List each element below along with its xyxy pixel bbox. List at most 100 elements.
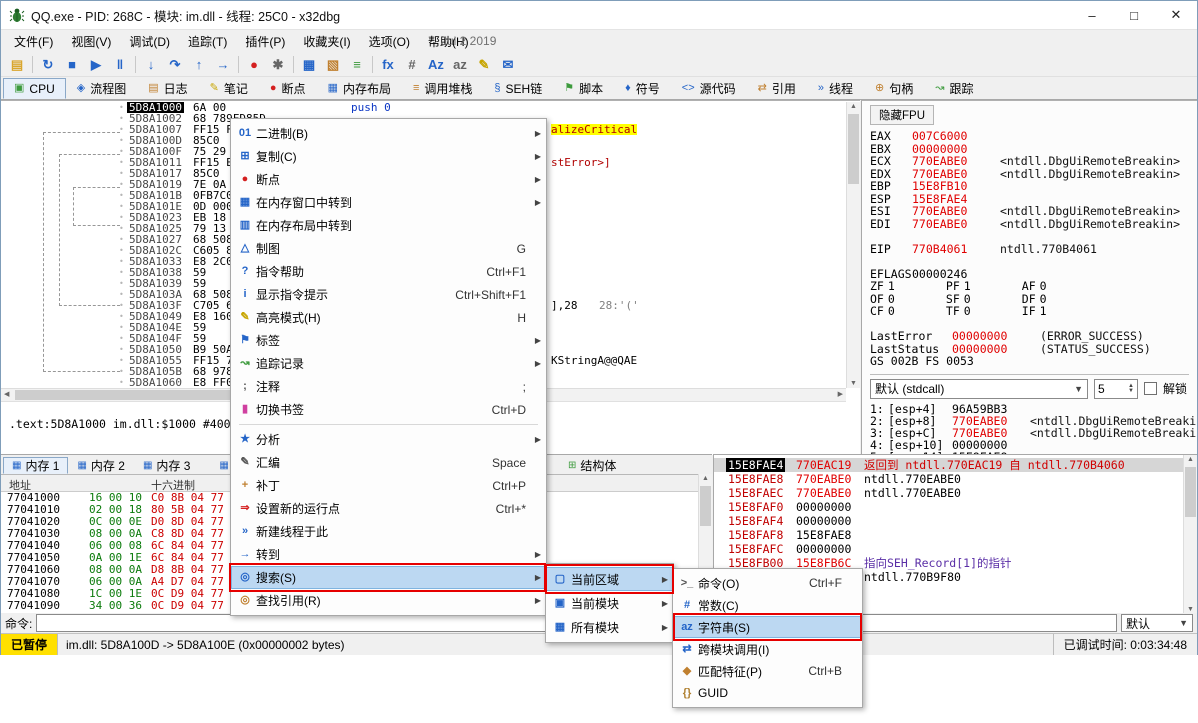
register-row[interactable]: EBP15E8FB10 bbox=[870, 180, 1197, 193]
flag[interactable]: TF0 bbox=[946, 305, 1022, 318]
register-row[interactable]: EAX007C6000 bbox=[870, 130, 1197, 143]
hide-fpu-button[interactable]: 隐藏FPU bbox=[870, 105, 934, 125]
tab-source[interactable]: <> 源代码 bbox=[671, 78, 747, 99]
menu-item-find-references[interactable]: ◎ 查找引用(R) ▶ bbox=[231, 589, 546, 612]
tab-script[interactable]: ⚑ 脚本 bbox=[553, 78, 614, 99]
menu-item-current-region[interactable]: ▢ 当前区域 ▶ bbox=[546, 567, 673, 591]
run-button[interactable]: ▶ bbox=[84, 54, 108, 75]
stack-row[interactable]: 15E8FAEC 770EABE0 ntdll.770EABE0 bbox=[714, 486, 1197, 500]
stack-row[interactable]: 15E8FAF4 00000000 bbox=[714, 514, 1197, 528]
tab-memory-map[interactable]: ▦ 内存布局 bbox=[317, 78, 402, 99]
argument-row[interactable]: 3:[esp+C]770EABE0<ntdll.DbgUiRemoteBreak… bbox=[870, 427, 1197, 439]
stack-row[interactable]: 15E8FAFC 00000000 bbox=[714, 542, 1197, 556]
menu-item-toggle-bookmark[interactable]: ▮ 切换书签 Ctrl+D bbox=[231, 398, 546, 421]
tab-dump-1[interactable]: ▦ 内存 1 bbox=[3, 457, 68, 474]
menu-debug[interactable]: 调试(D) bbox=[120, 30, 179, 53]
menu-item-label[interactable]: ⚑ 标签 ▶ bbox=[231, 329, 546, 352]
maximize-button[interactable]: □ bbox=[1113, 1, 1155, 29]
disasm-row[interactable]: 5D8A1000 6A 00 push 0 bbox=[1, 102, 846, 113]
run-to-user-code-button[interactable]: → bbox=[211, 54, 235, 75]
strings-button[interactable]: az bbox=[448, 54, 472, 75]
menu-item-comment[interactable]: ; 注释 ; bbox=[231, 375, 546, 398]
stack-row[interactable]: 15E8FAF0 00000000 bbox=[714, 500, 1197, 514]
tab-notes[interactable]: ✎ 笔记 bbox=[199, 78, 259, 99]
tab-references[interactable]: ⇄ 引用 bbox=[747, 78, 807, 99]
log-button[interactable]: ▧ bbox=[321, 54, 345, 75]
tab-seh[interactable]: § SEH链 bbox=[483, 78, 553, 99]
menu-item-trace-record[interactable]: ↝ 追踪记录 ▶ bbox=[231, 352, 546, 375]
menu-item-pattern[interactable]: ◆ 匹配特征(P) Ctrl+B bbox=[673, 660, 862, 682]
register-row[interactable]: EIP770B4061ntdll.770B4061 bbox=[870, 243, 1197, 256]
disasm-vertical-scrollbar[interactable]: ▲ ▼ bbox=[846, 102, 860, 388]
menu-item-highlight-mode[interactable]: ✎ 高亮模式(H) H bbox=[231, 306, 546, 329]
stack-vertical-scrollbar[interactable]: ▲ ▼ bbox=[1183, 455, 1197, 614]
menu-item-assemble[interactable]: ✎ 汇编 Space bbox=[231, 451, 546, 474]
flag[interactable]: CF0 bbox=[870, 305, 946, 318]
calling-convention-select[interactable]: 默认 (stdcall)▼ bbox=[870, 379, 1088, 399]
assemble-button[interactable]: Az bbox=[424, 54, 448, 75]
menu-favourites[interactable]: 收藏夹(I) bbox=[294, 30, 359, 53]
tab-handles[interactable]: ⊕ 句柄 bbox=[864, 78, 924, 99]
step-over-button[interactable]: ↷ bbox=[163, 54, 187, 75]
memory-map-button[interactable]: ▦ bbox=[297, 54, 321, 75]
fx-button[interactable]: fx bbox=[376, 54, 400, 75]
flag[interactable]: IF1 bbox=[1022, 305, 1098, 318]
tab-log[interactable]: ▤ 日志 bbox=[137, 78, 198, 99]
tab-dump-2[interactable]: ▦ 内存 2 bbox=[68, 457, 133, 474]
menu-item-string-references[interactable]: az 字符串(S) bbox=[673, 616, 862, 638]
argument-row[interactable]: 4:[esp+10]00000000 bbox=[870, 439, 1197, 451]
record-button[interactable]: ● bbox=[242, 54, 266, 75]
pause-button[interactable]: ‖ bbox=[108, 54, 132, 75]
menu-item-binary[interactable]: 01 二进制(B) ▶ bbox=[231, 122, 546, 145]
tab-breakpoints[interactable]: ● 断点 bbox=[259, 78, 317, 99]
menu-item-graph[interactable]: △ 制图 G bbox=[231, 237, 546, 260]
menu-item-constant[interactable]: # 常数(C) bbox=[673, 594, 862, 616]
close-button[interactable]: ✕ bbox=[1155, 1, 1197, 29]
tab-graph[interactable]: ◈ 流程图 bbox=[66, 78, 137, 99]
menu-item-copy[interactable]: ⊞ 复制(C) ▶ bbox=[231, 145, 546, 168]
menu-item-goto[interactable]: → 转到 ▶ bbox=[231, 543, 546, 566]
command-scope-select[interactable]: 默认▼ bbox=[1121, 614, 1193, 632]
menu-item-follow-in-memory-map[interactable]: ▥ 在内存布局中转到 bbox=[231, 214, 546, 237]
tab-trace[interactable]: ↝ 跟踪 bbox=[924, 78, 984, 99]
calculator-button[interactable]: # bbox=[400, 54, 424, 75]
tab-dump-3[interactable]: ▦ 内存 3 bbox=[134, 457, 199, 474]
menu-item-analysis[interactable]: ★ 分析 ▶ bbox=[231, 428, 546, 451]
menu-options[interactable]: 选项(O) bbox=[360, 30, 419, 53]
menu-item-all-modules[interactable]: ▦ 所有模块 ▶ bbox=[546, 615, 673, 639]
tab-struct[interactable]: ⊞ 结构体 bbox=[559, 457, 625, 474]
menu-item-search[interactable]: ◎ 搜索(S) ▶ bbox=[231, 566, 546, 589]
menu-item-show-mnemonic-brief[interactable]: i 显示指令提示 Ctrl+Shift+F1 bbox=[231, 283, 546, 306]
tab-symbols[interactable]: ♦ 符号 bbox=[614, 78, 671, 99]
execute-till-return-button[interactable]: ↑ bbox=[187, 54, 211, 75]
menu-item-instruction-help[interactable]: ? 指令帮助 Ctrl+F1 bbox=[231, 260, 546, 283]
tab-call-stack[interactable]: ≡ 调用堆栈 bbox=[402, 78, 483, 99]
menu-item-intermodular-calls[interactable]: ⇄ 跨模块调用(I) bbox=[673, 638, 862, 660]
tab-threads[interactable]: » 线程 bbox=[807, 78, 864, 99]
unlock-checkbox[interactable] bbox=[1144, 382, 1157, 395]
script-button[interactable]: ≡ bbox=[345, 54, 369, 75]
menu-file[interactable]: 文件(F) bbox=[5, 30, 62, 53]
step-into-button[interactable]: ↓ bbox=[139, 54, 163, 75]
menu-item-current-module[interactable]: ▣ 当前模块 ▶ bbox=[546, 591, 673, 615]
menu-trace[interactable]: 追踪(T) bbox=[179, 30, 236, 53]
register-row[interactable]: EDI770EABE0<ntdll.DbgUiRemoteBreakin> bbox=[870, 218, 1197, 231]
stop-button[interactable]: ■ bbox=[60, 54, 84, 75]
register-row[interactable] bbox=[870, 255, 1197, 268]
menu-item-command[interactable]: >_ 命令(O) Ctrl+F bbox=[673, 572, 862, 594]
minimize-button[interactable]: – bbox=[1071, 1, 1113, 29]
notes-button[interactable]: ✎ bbox=[472, 54, 496, 75]
menu-view[interactable]: 视图(V) bbox=[62, 30, 120, 53]
stack-row[interactable]: 15E8FAF8 15E8FAE8 bbox=[714, 528, 1197, 542]
stack-row[interactable]: 15E8FAE4 770EAC19 返回到 ntdll.770EAC19 自 n… bbox=[714, 458, 1197, 472]
menu-item-patch[interactable]: + 补丁 Ctrl+P bbox=[231, 474, 546, 497]
stack-row[interactable]: 15E8FAE8 770EABE0 ntdll.770EABE0 bbox=[714, 472, 1197, 486]
menu-item-breakpoint[interactable]: ● 断点 ▶ bbox=[231, 168, 546, 191]
menu-item-new-thread-here[interactable]: » 新建线程于此 bbox=[231, 520, 546, 543]
menu-item-guid[interactable]: {} GUID bbox=[673, 682, 862, 704]
menu-item-follow-in-dump[interactable]: ▦ 在内存窗口中转到 ▶ bbox=[231, 191, 546, 214]
argument-count-spinner[interactable]: 5▲▼ bbox=[1094, 379, 1138, 399]
menu-plugins[interactable]: 插件(P) bbox=[236, 30, 294, 53]
open-file-button[interactable]: ▤ bbox=[5, 54, 29, 75]
menu-item-set-new-origin[interactable]: ⇒ 设置新的运行点 Ctrl+* bbox=[231, 497, 546, 520]
